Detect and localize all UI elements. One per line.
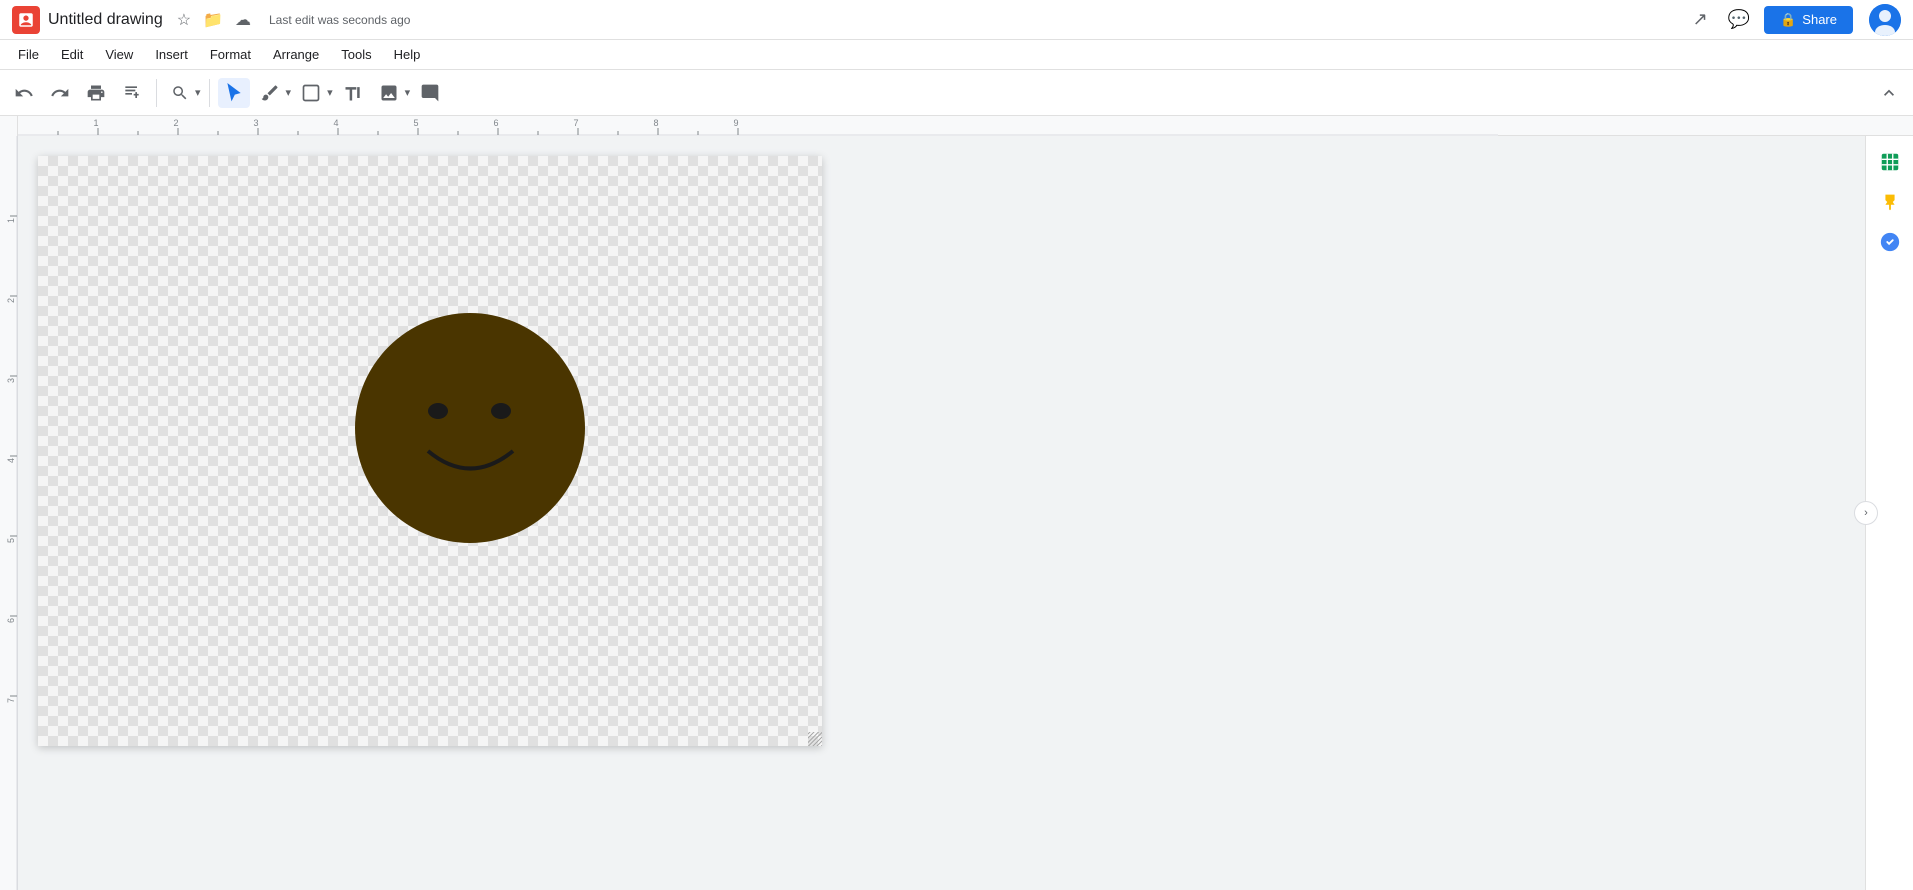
select-tool[interactable] — [218, 78, 250, 108]
cloud-icon[interactable]: ☁ — [235, 10, 251, 30]
image-arrow: ▾ — [405, 86, 411, 99]
svg-text:3: 3 — [6, 378, 16, 383]
ruler-corner — [0, 116, 18, 136]
svg-text:9: 9 — [733, 118, 738, 128]
menu-arrange[interactable]: Arrange — [263, 43, 329, 66]
comments-icon[interactable]: 💬 — [1722, 3, 1756, 36]
zoom-control[interactable]: ▾ — [165, 79, 201, 107]
share-button[interactable]: 🔒 Share — [1764, 6, 1853, 34]
canvas-resize-handle[interactable] — [808, 732, 822, 746]
right-eye — [491, 403, 511, 419]
face-circle — [355, 313, 585, 543]
folder-icon[interactable]: 📁 — [203, 10, 223, 30]
svg-text:4: 4 — [333, 118, 338, 128]
separator-2 — [209, 79, 210, 107]
svg-text:2: 2 — [6, 298, 16, 303]
paint-tool-button[interactable] — [254, 78, 286, 108]
sheets-button[interactable] — [1872, 144, 1908, 180]
print-button[interactable] — [80, 78, 112, 108]
zoom-button[interactable] — [165, 79, 195, 107]
svg-text:6: 6 — [6, 618, 16, 623]
top-ruler: 1 2 3 4 5 6 7 8 9 — [0, 116, 1913, 136]
star-icon[interactable]: ☆ — [177, 10, 191, 30]
menu-help[interactable]: Help — [384, 43, 431, 66]
last-edit-status: Last edit was seconds ago — [269, 13, 410, 27]
menu-insert[interactable]: Insert — [145, 43, 198, 66]
vertical-ruler: 1 2 3 4 5 6 7 — [0, 136, 18, 890]
svg-text:1: 1 — [93, 118, 98, 128]
canvas-scroll[interactable] — [18, 136, 1865, 890]
separator-1 — [156, 79, 157, 107]
canvas-inner — [18, 136, 1865, 890]
main-layout: 1 2 3 4 5 6 7 8 9 — [0, 116, 1913, 890]
left-eye — [428, 403, 448, 419]
svg-text:6: 6 — [493, 118, 498, 128]
collapse-sidebar-button[interactable]: › — [1854, 501, 1878, 525]
content-row: 1 2 3 4 5 6 7 — [0, 136, 1913, 890]
svg-text:4: 4 — [6, 458, 16, 463]
tasks-button[interactable] — [1872, 224, 1908, 260]
keep-button[interactable] — [1872, 184, 1908, 220]
textbox-button[interactable] — [337, 78, 369, 108]
explore-icon[interactable]: ↗ — [1687, 3, 1714, 36]
menu-file[interactable]: File — [8, 43, 49, 66]
svg-text:1: 1 — [6, 218, 16, 223]
menu-bar: File Edit View Insert Format Arrange Too… — [0, 40, 1913, 70]
svg-text:3: 3 — [253, 118, 258, 128]
svg-text:5: 5 — [413, 118, 418, 128]
undo-button[interactable] — [8, 78, 40, 108]
toolbar: ▾ ▾ ▾ ▾ — [0, 70, 1913, 116]
menu-format[interactable]: Format — [200, 43, 261, 66]
shape-tools[interactable]: ▾ — [295, 78, 333, 108]
menu-tools[interactable]: Tools — [331, 43, 381, 66]
redo-button[interactable] — [44, 78, 76, 108]
shape-button[interactable] — [295, 78, 327, 108]
paint-format-button[interactable] — [116, 78, 148, 108]
menu-edit[interactable]: Edit — [51, 43, 93, 66]
paint-tools[interactable]: ▾ — [254, 78, 292, 108]
collapse-toolbar-button[interactable] — [1873, 78, 1905, 108]
drawing-canvas[interactable] — [38, 156, 822, 746]
svg-text:5: 5 — [6, 538, 16, 543]
comment-button[interactable] — [414, 78, 446, 108]
title-bar: Untitled drawing ☆ 📁 ☁ Last edit was sec… — [0, 0, 1913, 40]
user-avatar[interactable] — [1869, 4, 1901, 36]
right-sidebar: › — [1865, 136, 1913, 890]
image-button[interactable] — [373, 78, 405, 108]
zoom-arrow: ▾ — [195, 86, 201, 99]
horizontal-ruler: 1 2 3 4 5 6 7 8 9 — [18, 116, 1498, 136]
shape-arrow: ▾ — [327, 86, 333, 99]
svg-text:2: 2 — [173, 118, 178, 128]
canvas-wrapper: 1 2 3 4 5 6 7 8 9 — [0, 116, 1913, 890]
image-tools[interactable]: ▾ — [373, 78, 411, 108]
svg-text:7: 7 — [573, 118, 578, 128]
paint-arrow: ▾ — [286, 86, 292, 99]
svg-text:8: 8 — [653, 118, 658, 128]
document-title[interactable]: Untitled drawing — [48, 11, 163, 29]
app-icon — [12, 6, 40, 34]
menu-view[interactable]: View — [95, 43, 143, 66]
lock-icon: 🔒 — [1780, 12, 1796, 28]
smiley-face[interactable] — [353, 311, 588, 546]
svg-text:7: 7 — [6, 698, 16, 703]
